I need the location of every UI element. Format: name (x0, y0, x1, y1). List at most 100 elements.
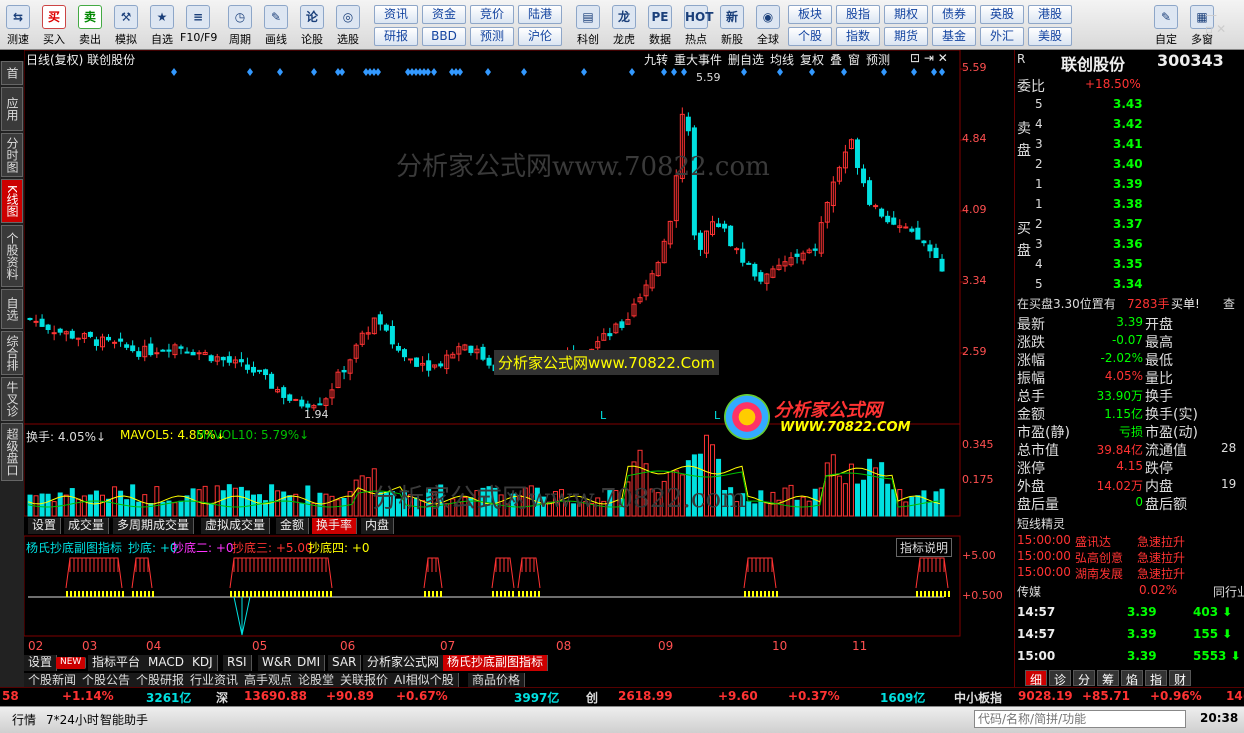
quote-tab-1[interactable]: 诊 (1049, 670, 1071, 687)
toolbar-pair2-2-bottom[interactable]: 期货 (884, 27, 928, 46)
vol-tab-1[interactable]: 成交量 (64, 518, 110, 534)
toolbar-left-2[interactable]: 卖卖出 (72, 0, 108, 49)
info-text: 在买盘3.30位置有 (1017, 297, 1116, 311)
toolbar-pair-3-bottom[interactable]: 沪伦 (518, 27, 562, 46)
lefttab-4[interactable]: 个股资料 (1, 225, 23, 287)
toolbar-pair2-5-top[interactable]: 港股 (1028, 5, 1072, 24)
status-s18: 14( (1226, 689, 1244, 703)
search-input[interactable] (974, 710, 1186, 728)
vol-tab-2[interactable]: 多周期成交量 (113, 518, 195, 534)
toolbar-pair2-4-bottom[interactable]: 外汇 (980, 27, 1024, 46)
chart-btn-3[interactable]: 均线 (770, 51, 794, 68)
toolbar-pair-2-bottom[interactable]: 预测 (470, 27, 514, 46)
lefttab-8[interactable]: 超级盘口 (1, 423, 23, 481)
quote-tab-2[interactable]: 分 (1073, 670, 1095, 687)
ind-yellow-tick (78, 591, 80, 597)
toolbar-pair2-2-top[interactable]: 期权 (884, 5, 928, 24)
ind-tab-3[interactable]: MACD (144, 655, 189, 671)
toolbar-left-5[interactable]: ≡ F10/F9 (180, 0, 217, 49)
stat-label2: 流通值 (1145, 443, 1187, 459)
toolbar-left-8[interactable]: 论论股 (294, 0, 330, 49)
quote-tab-3[interactable]: 筹 (1097, 670, 1119, 687)
stat-label: 涨停 (1017, 461, 1045, 477)
toolbar-mid-4[interactable]: 新新股 (714, 0, 750, 49)
lefttab-3[interactable]: K线图 (1, 179, 23, 223)
ind-tab-6[interactable]: W&R (258, 655, 297, 671)
kline-chart-area[interactable]: 日线(复权) 联创股份 九转 重大事件 删自选 均线 复权叠窗预测 ⊡ ⇥ ✕ 分析家公式… (24, 50, 1014, 690)
toolbar-pair2-3-top[interactable]: 债券 (932, 5, 976, 24)
vol-tab-5[interactable]: 换手率 (312, 518, 358, 534)
toolbar-pair2-1-bottom[interactable]: 指数 (836, 27, 880, 46)
vol-tab-0[interactable]: 设置 (28, 518, 62, 534)
chart-btn-4[interactable]: 复权 (800, 51, 824, 68)
toolbar-pair-3-top[interactable]: 陆港 (518, 5, 562, 24)
lefttab-5[interactable]: 自选股 (1, 289, 23, 329)
window-controls[interactable]: —▫✕ (1205, 8, 1239, 36)
toolbar-pair-1-top[interactable]: 资金 (422, 5, 466, 24)
toolbar-pair2-1-top[interactable]: 股指 (836, 5, 880, 24)
vol-tab-6[interactable]: 内盘 (361, 518, 395, 534)
toolbar-left-3[interactable]: ⚒ 模拟 (108, 0, 144, 49)
ind-tab-5[interactable]: RSI (223, 655, 252, 671)
quote-tab-4[interactable]: 焰 (1121, 670, 1143, 687)
ind-tab-4[interactable]: KDJ (188, 655, 218, 671)
lefttab-1[interactable]: 应用 (1, 87, 23, 131)
toolbar-right-0[interactable]: ✎ 自定 (1148, 0, 1184, 49)
chart-btn-0[interactable]: 九转 (644, 51, 668, 68)
candle-body (480, 346, 486, 360)
toolbar-pair2-5-bottom[interactable]: 美股 (1028, 27, 1072, 46)
toolbar-mid-1[interactable]: 龙龙虎 (606, 0, 642, 49)
brand-logo: 分析家公式网 WWW.70822.COM (724, 392, 924, 444)
toolbar-left-0[interactable]: ⇆ 测速 (0, 0, 36, 49)
ind-tab-7[interactable]: DMI (293, 655, 326, 671)
ind-tab-2[interactable]: 指标平台 (88, 655, 146, 671)
chart-btn-5[interactable]: 叠 (830, 51, 842, 68)
ind-tab-0[interactable]: 设置 (24, 655, 58, 671)
quote-tab-0[interactable]: 细 (1025, 670, 1047, 687)
vol-tab-3[interactable]: 虚拟成交量 (201, 518, 271, 534)
toolbar-pair-1-bottom[interactable]: BBD (422, 27, 466, 46)
ind-tab-9[interactable]: 分析家公式网 (363, 655, 445, 671)
tick-time: 14:57 (1017, 605, 1056, 619)
toolbar-pair2-0-bottom[interactable]: 个股 (788, 27, 832, 46)
quote-tab-5[interactable]: 指 (1145, 670, 1167, 687)
chart-btn-2[interactable]: 删自选 (728, 51, 764, 68)
toolbar-pair-3: 陆港 沪伦 (518, 0, 566, 49)
toolbar-left-9[interactable]: ◎ 选股 (330, 0, 366, 49)
toolbar-mid-2[interactable]: PE 数据 (642, 0, 678, 49)
ind-tab-8[interactable]: SAR (328, 655, 362, 671)
toolbar-left-1[interactable]: 买买入 (36, 0, 72, 49)
bottom-assistant[interactable]: 智能助手 (100, 711, 148, 728)
lefttab-2[interactable]: 分时图 (1, 133, 23, 177)
volume-bar (226, 484, 232, 517)
toolbar-mid-0[interactable]: ▤ 科创 (570, 0, 606, 49)
ind-tab-10[interactable]: 杨氏抄底副图指标 (443, 655, 549, 671)
toolbar-left-7[interactable]: ✎ 画线 (258, 0, 294, 49)
toolbar-pair-0-top[interactable]: 资讯 (374, 5, 418, 24)
toolbar-pair2-0-top[interactable]: 板块 (788, 5, 832, 24)
lefttab-0[interactable]: 首页 (1, 61, 23, 85)
toolbar-pair-0-bottom[interactable]: 研报 (374, 27, 418, 46)
toolbar-left-4[interactable]: ★ 自选 (144, 0, 180, 49)
toolbar-pair2-4-top[interactable]: 英股 (980, 5, 1024, 24)
chart-nav-icons[interactable]: ⊡ ⇥ ✕ (910, 51, 948, 65)
candle-body (685, 116, 691, 132)
bottom-7x24[interactable]: 7*24小时 (46, 711, 99, 728)
toolbar-left-6[interactable]: ◷ 周期 (222, 0, 258, 49)
ind-help-button[interactable]: 指标说明 (896, 538, 953, 557)
quote-tab-6[interactable]: 财 (1169, 670, 1191, 687)
toolbar-pair2-3-bottom[interactable]: 基金 (932, 27, 976, 46)
vol-tab-4[interactable]: 金额 (276, 518, 310, 534)
toolbar-mid-3[interactable]: HOT 热点 (678, 0, 714, 49)
bottom-quote[interactable]: 行情 (12, 711, 36, 728)
chart-btn-7[interactable]: 预测 (866, 51, 890, 68)
bid-level: 1 (1035, 197, 1043, 211)
toolbar-mid-5[interactable]: ◉ 全球 (750, 0, 786, 49)
lefttab-6[interactable]: 综合排名 (1, 331, 23, 375)
chart-btn-1[interactable]: 重大事件 (674, 51, 722, 68)
toolbar-pair-2-top[interactable]: 竞价 (470, 5, 514, 24)
ind-tab-1[interactable]: NEW (56, 657, 87, 669)
lefttab-7[interactable]: 牛叉诊股 (1, 377, 23, 421)
candle-body (57, 328, 63, 333)
chart-btn-6[interactable]: 窗 (848, 51, 860, 68)
